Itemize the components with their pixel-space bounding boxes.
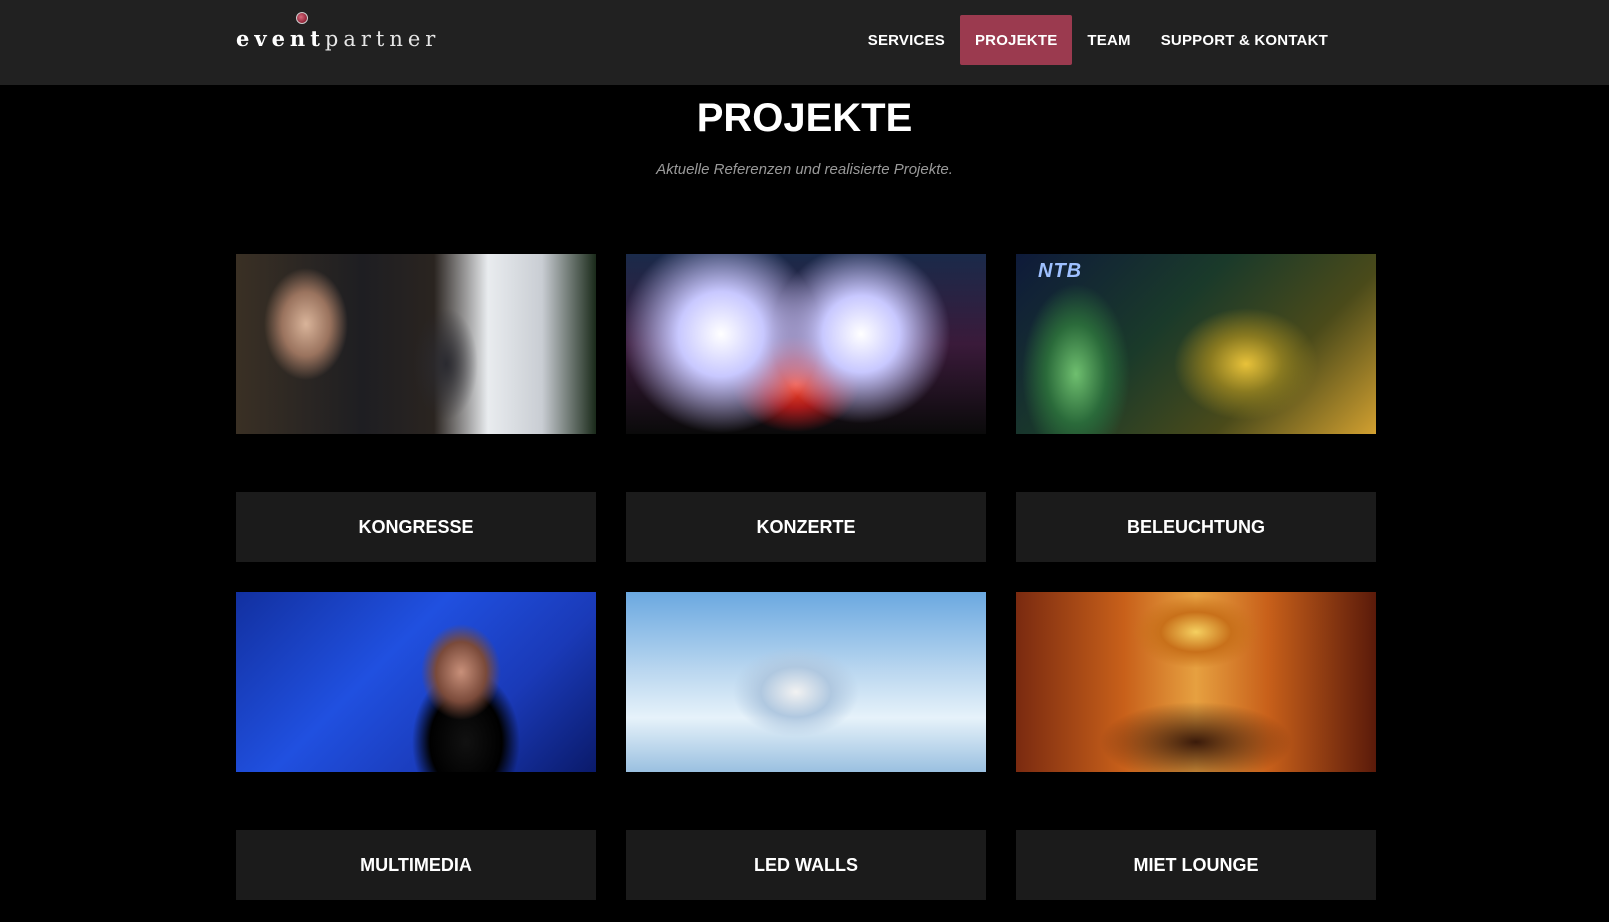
nav-item-team[interactable]: TEAM: [1072, 15, 1145, 65]
ntb-sign-text: NTB: [1038, 260, 1083, 282]
konzerte-button[interactable]: KONZERTE: [626, 492, 986, 562]
multimedia-image[interactable]: [236, 592, 596, 772]
eventpartner-logo[interactable]: eventpartner: [236, 8, 436, 52]
main-nav: SERVICES PROJEKTE TEAM SUPPORT & KONTAKT: [853, 15, 1343, 65]
logo-text-light: partner: [324, 27, 441, 51]
page-subtitle: Aktuelle Referenzen und realisierte Proj…: [656, 161, 953, 178]
logo-text: eventpartner: [236, 26, 440, 51]
miet-lounge-image[interactable]: [1016, 592, 1376, 772]
logo-dot-icon: [296, 12, 308, 24]
top-navigation-bar: eventpartner SERVICES PROJEKTE TEAM SUPP…: [0, 0, 1609, 85]
kongresse-image[interactable]: [236, 254, 596, 434]
beleuchtung-button[interactable]: BELEUCHTUNG: [1016, 492, 1376, 562]
miet-lounge-button[interactable]: MIET LOUNGE: [1016, 830, 1376, 900]
konzerte-image[interactable]: [626, 254, 986, 434]
led-walls-image[interactable]: [626, 592, 986, 772]
nav-item-projekte[interactable]: PROJEKTE: [959, 15, 1073, 65]
nav-item-services[interactable]: SERVICES: [853, 15, 960, 65]
logo-text-bold: event: [236, 26, 325, 51]
kongresse-button[interactable]: KONGRESSE: [236, 492, 596, 562]
page-title: PROJEKTE: [696, 96, 913, 140]
multimedia-button[interactable]: MULTIMEDIA: [236, 830, 596, 900]
beleuchtung-image[interactable]: NTB: [1016, 254, 1376, 434]
nav-item-support-kontakt[interactable]: SUPPORT & KONTAKT: [1146, 15, 1343, 65]
led-walls-button[interactable]: LED WALLS: [626, 830, 986, 900]
